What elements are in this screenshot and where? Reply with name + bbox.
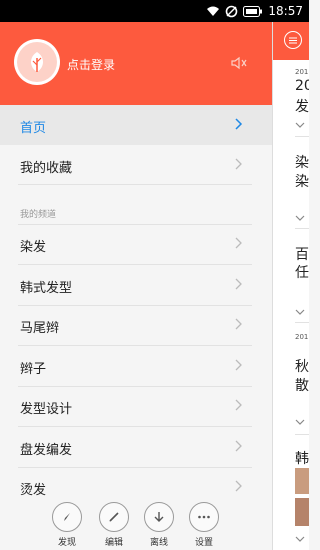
menu-item-favorites[interactable]: 我的收藏: [0, 145, 272, 185]
settings-button[interactable]: 设置: [184, 502, 224, 548]
divider: [295, 434, 309, 435]
chevron-right-icon: [235, 359, 242, 371]
status-time: 18:57: [268, 4, 303, 18]
compass-icon: [52, 502, 82, 532]
discover-button[interactable]: 发现: [47, 502, 87, 548]
chevron-right-icon: [235, 440, 242, 452]
channel-item-ponytail[interactable]: 马尾辫: [0, 305, 272, 345]
article-title-line2: 任: [295, 265, 309, 281]
action-label: 离线: [149, 538, 168, 548]
channel-label: 马尾辫: [20, 321, 60, 336]
offline-button[interactable]: 离线: [139, 502, 179, 548]
edit-button[interactable]: 编辑: [94, 502, 134, 548]
chevron-right-icon: [235, 399, 242, 411]
chevron-down-icon[interactable]: [295, 419, 305, 426]
chevron-down-icon[interactable]: [295, 215, 305, 222]
article-title[interactable]: 20: [295, 78, 309, 94]
chevron-down-icon[interactable]: [295, 122, 305, 129]
navigation-drawer: 点击登录 首页 我的收藏 我的频道 染发 韩式发型 马尾辫 辫子 发型设计 盘发…: [0, 22, 272, 550]
chevron-down-icon[interactable]: [295, 536, 305, 543]
article-title[interactable]: 百: [295, 244, 309, 264]
channel-label: 染发: [20, 240, 47, 255]
menu-item-label: 我的收藏: [20, 161, 73, 176]
chevron-down-icon[interactable]: [295, 309, 305, 316]
content-header: [273, 22, 309, 60]
chevron-right-icon: [235, 158, 242, 170]
chevron-right-icon: [235, 480, 242, 492]
chevron-right-icon: [235, 118, 243, 130]
article-thumbnail[interactable]: [295, 498, 309, 526]
channel-label: 辫子: [20, 362, 47, 377]
menu-item-label: 首页: [20, 121, 47, 136]
divider: [295, 136, 309, 137]
channel-item-korean[interactable]: 韩式发型: [0, 265, 272, 305]
article-date: 201: [295, 68, 309, 76]
chevron-right-icon: [235, 278, 242, 290]
status-icons: 18:57: [206, 3, 303, 19]
article-list-peek: 201 20 发 染 染 百 任 201 秋 散 韩: [272, 22, 309, 550]
chevron-right-icon: [235, 318, 242, 330]
channel-item-dye[interactable]: 染发: [0, 224, 272, 264]
login-link[interactable]: 点击登录: [67, 56, 115, 73]
drawer-action-bar: 发现 编辑 离线 设置: [0, 498, 272, 550]
article-title-line2: 散: [295, 378, 309, 394]
menu-item-home[interactable]: 首页: [0, 105, 272, 145]
drawer-header: 点击登录: [0, 22, 272, 105]
status-bar: 18:57: [0, 0, 309, 22]
download-icon: [144, 502, 174, 532]
chevron-right-icon: [235, 237, 242, 249]
action-label: 编辑: [104, 538, 123, 548]
wifi-icon: [207, 6, 220, 16]
channel-label: 发型设计: [20, 402, 73, 417]
avatar[interactable]: [14, 39, 60, 85]
article-thumbnail[interactable]: [295, 468, 309, 494]
battery-icon: [243, 5, 263, 17]
article-title-line2: 发: [295, 99, 309, 115]
sync-icon: [226, 5, 238, 17]
action-label: 发现: [57, 538, 76, 548]
channel-item-braid[interactable]: 辫子: [0, 346, 272, 386]
pencil-icon: [99, 502, 129, 532]
article-title[interactable]: 秋: [295, 356, 309, 376]
channel-item-updo[interactable]: 盘发编发: [0, 427, 272, 467]
action-label: 设置: [194, 538, 213, 548]
article-title[interactable]: 韩: [295, 448, 309, 468]
divider: [295, 322, 309, 323]
speaker-icon[interactable]: [231, 55, 247, 74]
divider: [18, 184, 252, 185]
article-title-line2: 染: [295, 174, 309, 190]
avatar-leaf-icon: [17, 42, 57, 82]
channels-section-label: 我的频道: [20, 210, 57, 220]
menu-icon[interactable]: [284, 31, 302, 49]
channel-label: 盘发编发: [20, 443, 73, 458]
divider: [295, 228, 309, 229]
channel-label: 烫发: [20, 483, 47, 498]
channel-label: 韩式发型: [20, 281, 73, 296]
article-date: 201: [295, 333, 309, 341]
more-dots-icon: [189, 502, 219, 532]
article-title[interactable]: 染: [295, 152, 309, 172]
channel-item-design[interactable]: 发型设计: [0, 386, 272, 426]
